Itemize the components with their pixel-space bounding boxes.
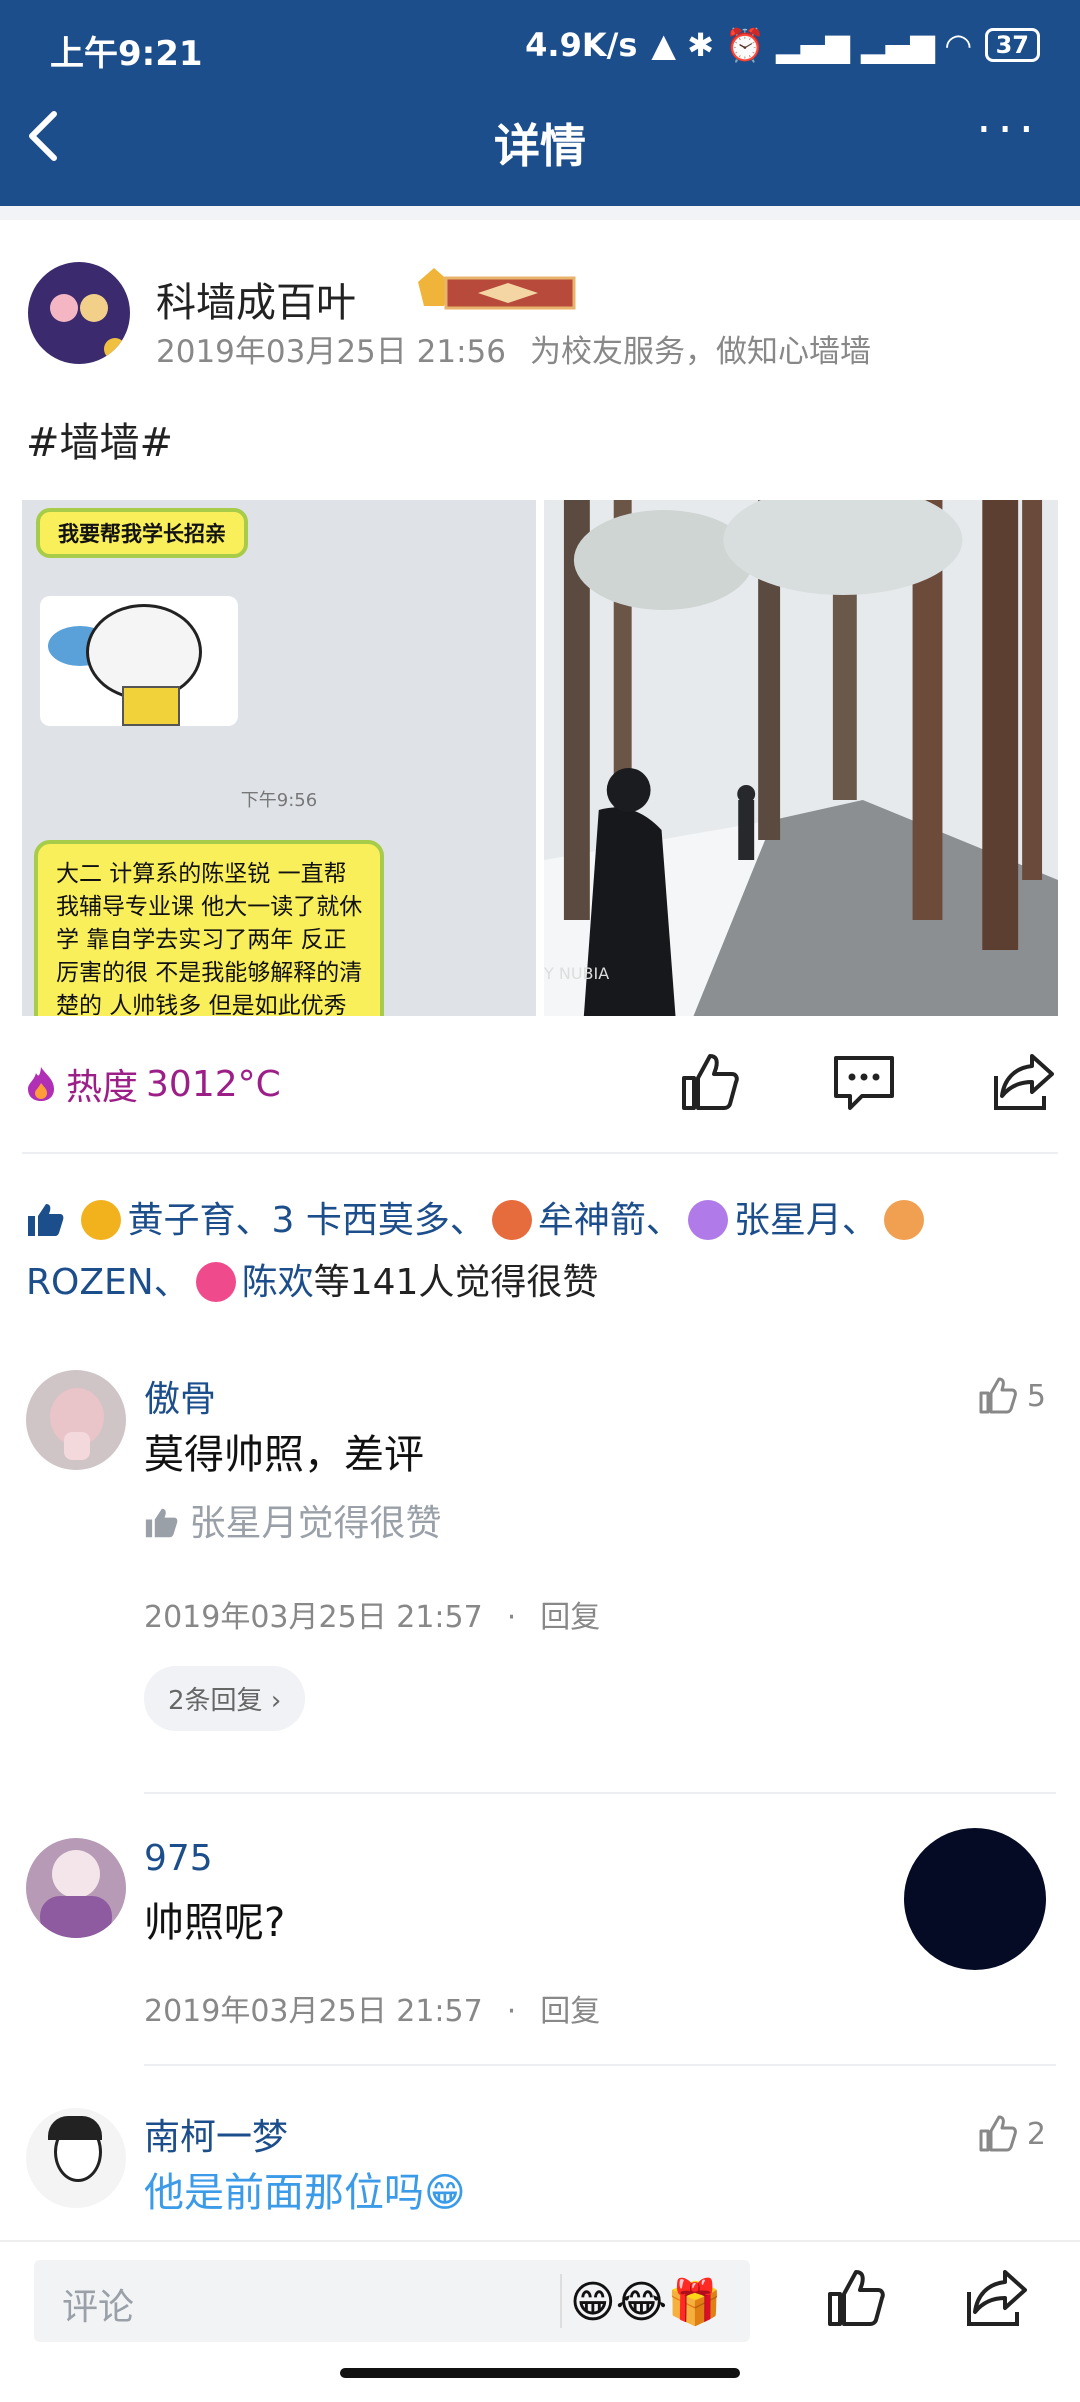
commenter-name[interactable]: 南柯一梦 xyxy=(144,2108,288,2160)
snowman-avatar-icon xyxy=(883,1200,924,1240)
more-options-icon[interactable]: ··· xyxy=(976,106,1040,154)
sticker-image xyxy=(40,596,238,726)
commenter-avatar[interactable] xyxy=(26,1370,126,1470)
network-speed: 4.9K/s xyxy=(525,26,638,64)
comment-like-button[interactable]: 5 xyxy=(977,1376,1046,1416)
purple-avatar-icon xyxy=(687,1200,728,1240)
flame-icon xyxy=(28,1067,54,1101)
comment-text: 帅照呢? xyxy=(144,1900,286,1946)
liker-name[interactable]: 牟神箭、 xyxy=(538,1200,682,1241)
post-header: 科墙成百叶 2019年03月25日 21:56 为校友服务，做知心墙墙 xyxy=(28,262,1058,372)
post-image-chat[interactable]: 我要帮我学长招亲 下午9:56 大二 计算系的陈坚锐 一直帮我辅导专业课 他大一… xyxy=(22,500,536,1016)
post-time: 2019年03月25日 21:56 xyxy=(156,334,506,370)
dot-separator: · xyxy=(506,1600,517,1635)
dot-separator: · xyxy=(506,1994,517,2029)
comment-text: 他是前面那位吗😁 xyxy=(144,2170,466,2216)
heat-label: 热度 xyxy=(66,1067,139,1108)
snow-forest-photo xyxy=(544,500,1058,1016)
shell-avatar-icon xyxy=(491,1200,532,1240)
commenter-avatar[interactable] xyxy=(26,1838,126,1938)
comment-item: 975 帅照呢? 2019年03月25日 21:57 · 回复 xyxy=(26,1838,1056,2029)
comment-like-count: 5 xyxy=(1026,1378,1046,1414)
liker-name[interactable]: 张星月、 xyxy=(734,1200,878,1241)
post-meta: 2019年03月25日 21:56 为校友服务，做知心墙墙 xyxy=(156,326,871,371)
chat-bubble-top: 我要帮我学长招亲 xyxy=(36,508,248,558)
comment-like-button[interactable]: 2 xyxy=(977,2114,1046,2154)
chat-timestamp: 下午9:56 xyxy=(240,790,318,811)
level-badge-icon xyxy=(418,268,576,310)
post-text: #墙墙# xyxy=(26,420,174,466)
floating-button[interactable] xyxy=(904,1828,1046,1970)
like-icon[interactable] xyxy=(676,1050,740,1114)
view-replies-button[interactable]: 2条回复 › xyxy=(144,1666,306,1731)
heat-value: 3012°C xyxy=(146,1063,281,1105)
star-avatar-icon xyxy=(195,1262,236,1302)
comment-item: 傲骨 5 莫得帅照，差评 张星月觉得很赞 2019年03月25日 21:57 · 回… xyxy=(26,1370,1056,1731)
liked-by-text: 张星月觉得很赞 xyxy=(189,1503,442,1544)
comment-meta: 2019年03月25日 21:57 · 回复 xyxy=(144,1986,600,2030)
bulb-avatar-icon xyxy=(81,1200,122,1240)
chat-bubble-bottom: 大二 计算系的陈坚锐 一直帮我辅导专业课 他大一读了就休学 靠自学去实习了两年 … xyxy=(34,840,384,1016)
reply-link[interactable]: 回复 xyxy=(540,1994,600,2029)
page-title: 详情 xyxy=(494,119,586,173)
status-icons: 4.9K/s ▲ ✱ ⏰ ▂▄▆ ▂▄▆ ◠ 37 xyxy=(525,26,1040,64)
author-signature: 为校友服务，做知心墙墙 xyxy=(529,334,871,370)
commenter-name[interactable]: 975 xyxy=(144,1838,213,1879)
post-image-snow[interactable]: Y NUBIA xyxy=(544,500,1058,1016)
liker-name[interactable]: 黄子育、 xyxy=(127,1200,271,1241)
thumb-filled-icon xyxy=(28,1204,64,1236)
emoji-picker-icon[interactable]: 😁😂🎁 xyxy=(570,2276,722,2328)
post-images: 我要帮我学长招亲 下午9:56 大二 计算系的陈坚锐 一直帮我辅导专业课 他大一… xyxy=(22,500,1058,1016)
likes-list: 黄子育、3 卡西莫多、 牟神箭、 张星月、 ROZEN、 陈欢等141人觉得很赞 xyxy=(26,1190,1056,1314)
chevron-right-icon: › xyxy=(270,1686,282,1716)
home-indicator[interactable] xyxy=(340,2368,740,2378)
heat-indicator: 热度 3012°C xyxy=(24,1058,281,1110)
comment-time: 2019年03月25日 21:57 xyxy=(144,1994,483,2029)
commenter-name[interactable]: 傲骨 xyxy=(144,1370,216,1422)
comment-time: 2019年03月25日 21:57 xyxy=(144,1600,483,1635)
comment-icon[interactable] xyxy=(832,1050,896,1114)
commenter-avatar[interactable] xyxy=(26,2108,126,2208)
comment-item: 南柯一梦 2 他是前面那位吗😁 xyxy=(26,2108,1056,2238)
comment-placeholder: 评论 xyxy=(62,2287,135,2328)
share-icon[interactable] xyxy=(992,1050,1056,1114)
divider xyxy=(22,1152,1058,1154)
likes-suffix: 等141人觉得很赞 xyxy=(313,1262,599,1303)
reply-link[interactable]: 回复 xyxy=(540,1600,600,1635)
comment-input[interactable]: 评论 😁😂🎁 xyxy=(34,2260,750,2342)
replies-count: 2条回复 xyxy=(168,1686,263,1716)
comment-liked-by: 张星月觉得很赞 xyxy=(144,1494,441,1546)
battery-icon: 37 xyxy=(984,28,1040,62)
author-name[interactable]: 科墙成百叶 xyxy=(156,270,356,328)
signal-icon: ▲ ✱ ⏰ ▂▄▆ ▂▄▆ ◠ xyxy=(651,26,971,64)
author-avatar[interactable] xyxy=(28,262,130,364)
share-icon[interactable] xyxy=(964,2266,1030,2330)
divider xyxy=(144,2064,1056,2066)
comment-like-icon xyxy=(979,2115,1017,2152)
comment-meta: 2019年03月25日 21:57 · 回复 xyxy=(144,1592,600,1636)
like-icon[interactable] xyxy=(822,2266,886,2330)
liker-name[interactable]: 3 卡西莫多、 xyxy=(271,1200,485,1241)
liker-name[interactable]: 陈欢 xyxy=(242,1262,314,1303)
liker-name[interactable]: ROZEN、 xyxy=(26,1262,190,1303)
divider xyxy=(0,206,1080,220)
divider xyxy=(560,2274,562,2328)
thumb-gray-icon xyxy=(145,1508,178,1538)
divider xyxy=(144,1792,1056,1794)
status-time: 上午9:21 xyxy=(50,34,203,74)
photo-watermark: Y NUBIA xyxy=(544,964,610,983)
comment-like-count: 2 xyxy=(1026,2116,1046,2152)
comment-text: 莫得帅照，差评 xyxy=(144,1432,424,1478)
top-bar: 上午9:21 4.9K/s ▲ ✱ ⏰ ▂▄▆ ▂▄▆ ◠ 37 详情 ··· xyxy=(0,0,1080,206)
comment-like-icon xyxy=(979,1377,1017,1414)
post-actions: 热度 3012°C xyxy=(24,1050,1064,1120)
